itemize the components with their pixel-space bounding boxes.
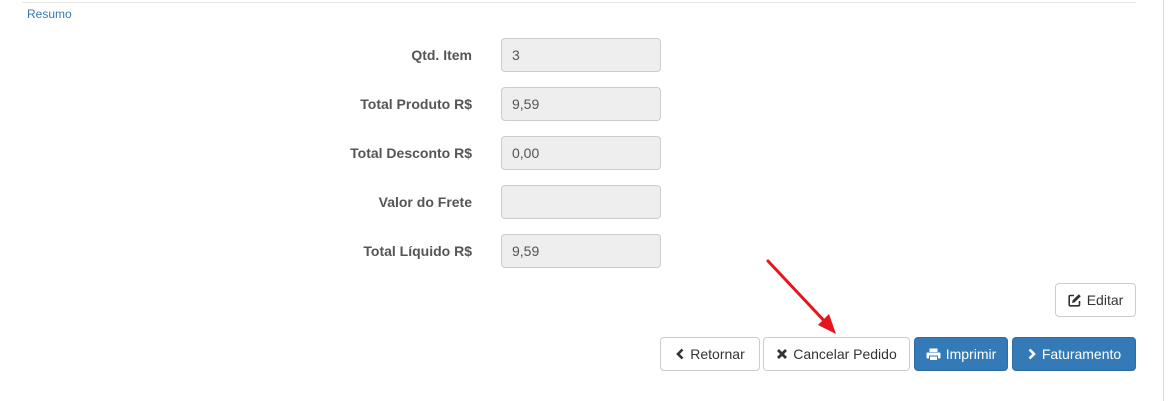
net-total-field[interactable] [501, 234, 661, 268]
order-summary-panel: Resumo Qtd. Item Total Produto R$ Total … [0, 0, 1169, 401]
total-product-label: Total Produto R$ [360, 96, 472, 112]
billing-button-label: Faturamento [1041, 346, 1122, 362]
chevron-right-icon [1027, 348, 1037, 360]
total-product-field[interactable] [501, 87, 661, 121]
freight-label: Valor do Frete [378, 194, 472, 210]
print-button-label: Imprimir [945, 346, 997, 362]
print-button[interactable]: Imprimir [914, 337, 1008, 371]
total-product-row: Total Produto R$ [0, 87, 700, 121]
total-discount-row: Total Desconto R$ [0, 136, 700, 170]
qty-item-label: Qtd. Item [411, 47, 472, 63]
edit-button-label: Editar [1086, 292, 1124, 308]
total-discount-label: Total Desconto R$ [350, 145, 472, 161]
summary-tab-link[interactable]: Resumo [27, 7, 72, 21]
qty-item-field[interactable] [501, 38, 661, 72]
top-divider [22, 0, 1136, 3]
back-button[interactable]: Retornar [660, 337, 760, 371]
print-icon [926, 348, 941, 361]
freight-row: Valor do Frete [0, 185, 700, 219]
annotation-arrow-icon [766, 259, 836, 334]
back-button-label: Retornar [690, 346, 745, 362]
freight-field[interactable] [501, 185, 661, 219]
close-icon [776, 348, 788, 360]
edit-icon [1068, 293, 1082, 307]
chevron-left-icon [675, 348, 685, 360]
qty-item-row: Qtd. Item [0, 38, 700, 72]
billing-button[interactable]: Faturamento [1012, 337, 1136, 371]
edit-button[interactable]: Editar [1055, 283, 1136, 317]
net-total-label: Total Líquido R$ [363, 243, 472, 259]
total-discount-field[interactable] [501, 136, 661, 170]
cancel-order-button-label: Cancelar Pedido [793, 346, 897, 362]
panel-right-border [1163, 0, 1164, 401]
net-total-row: Total Líquido R$ [0, 234, 700, 268]
